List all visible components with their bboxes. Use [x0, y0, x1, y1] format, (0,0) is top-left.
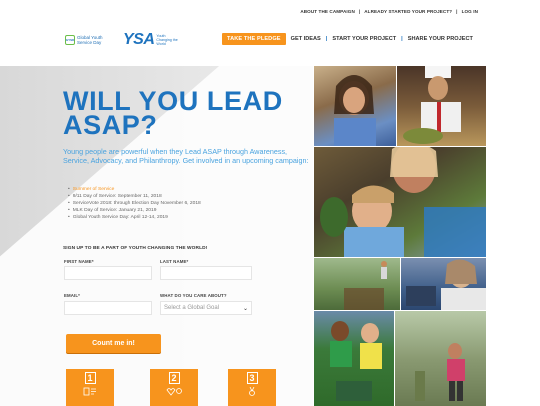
campaign-item: 9/11 Day of Service: September 11, 2018	[68, 193, 201, 200]
photo-girl-service	[314, 66, 396, 146]
photo-collage	[314, 66, 486, 406]
campaign-item: Global Youth Service Day: April 12-14, 2…	[68, 214, 201, 221]
logo-area: GYSD Global Youth Service Day YSA Youth …	[65, 31, 178, 49]
step-card-2[interactable]: 2	[150, 369, 198, 406]
ysa-logo[interactable]: YSA	[123, 31, 155, 49]
campaign-list: Summer of Service 9/11 Day of Service: S…	[68, 186, 201, 221]
care-label: WHAT DO YOU CARE ABOUT?	[160, 293, 227, 298]
hero-intro: Young people are powerful when they Lead…	[63, 147, 309, 166]
login-link[interactable]: LOG IN	[462, 9, 478, 14]
heart-icon	[164, 387, 184, 398]
photo-science	[401, 258, 486, 310]
photo-planting	[314, 147, 486, 257]
photo-boy-outdoors	[314, 258, 400, 310]
main-nav: TAKE THE PLEDGE GET IDEAS | START YOUR P…	[222, 33, 478, 45]
checklist-icon	[83, 387, 97, 398]
email-field[interactable]	[64, 301, 152, 315]
first-name-field[interactable]	[64, 266, 152, 280]
ysa-tagline: Youth Changing the World	[156, 34, 178, 46]
step-number: 3	[246, 372, 258, 384]
gysd-logo-badge[interactable]: GYSD	[65, 35, 75, 45]
utility-nav: ABOUT THE CAMPAIGN | ALREADY STARTED YOU…	[300, 9, 478, 14]
separator: |	[456, 9, 458, 14]
campaign-item: ServiceVote 2018: through Election Day N…	[68, 200, 201, 207]
about-campaign-link[interactable]: ABOUT THE CAMPAIGN	[300, 9, 355, 14]
campaign-item[interactable]: Summer of Service	[68, 186, 201, 193]
take-pledge-button[interactable]: TAKE THE PLEDGE	[222, 33, 286, 45]
step-card-3[interactable]: 3	[228, 369, 276, 406]
signup-title: SIGN UP TO BE A PART OF YOUTH CHANGING T…	[63, 246, 208, 251]
step-card-1[interactable]: 1	[66, 369, 114, 406]
campaign-item: MLK Day of Service: January 21, 2019	[68, 207, 201, 214]
first-name-label: FIRST NAME*	[64, 259, 94, 264]
last-name-field[interactable]	[160, 266, 252, 280]
photo-chef	[397, 66, 486, 146]
gysd-logo-text[interactable]: Global Youth Service Day	[77, 35, 117, 45]
get-ideas-link[interactable]: GET IDEAS	[291, 36, 321, 42]
global-goal-select[interactable]: Select a Global Goal ⌄	[160, 301, 252, 315]
count-me-in-button[interactable]: Count me in!	[66, 334, 161, 353]
nav-separator: |	[325, 36, 328, 42]
start-project-link[interactable]: START YOUR PROJECT	[332, 36, 396, 42]
global-goal-placeholder: Select a Global Goal	[164, 305, 220, 311]
share-project-link[interactable]: SHARE YOUR PROJECT	[408, 36, 473, 42]
email-label: EMAIL*	[64, 293, 80, 298]
already-started-link[interactable]: ALREADY STARTED YOUR PROJECT?	[364, 9, 452, 14]
separator: |	[358, 9, 361, 14]
step-number: 1	[84, 372, 96, 384]
hero-headline: WILL YOU LEAD ASAP?	[63, 88, 303, 140]
nav-separator: |	[401, 36, 403, 42]
last-name-label: LAST NAME*	[160, 259, 189, 264]
chevron-down-icon: ⌄	[242, 305, 248, 312]
headline-line-2: ASAP?	[63, 110, 158, 140]
medal-icon	[247, 386, 257, 398]
step-number: 2	[168, 372, 180, 384]
photo-gardening	[314, 311, 394, 406]
photo-park-cleanup	[395, 311, 486, 406]
